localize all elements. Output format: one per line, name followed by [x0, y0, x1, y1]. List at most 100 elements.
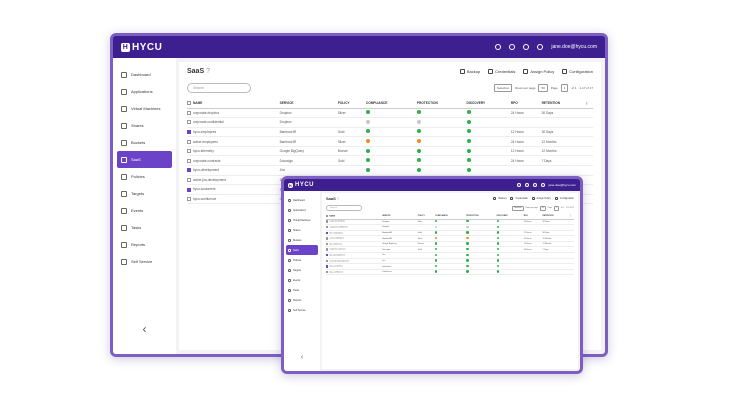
rows-per-page-select[interactable]: 50: [538, 84, 547, 92]
help-icon[interactable]: [509, 44, 515, 50]
select-all-checkbox[interactable]: [187, 101, 191, 105]
sidebar-item-saas[interactable]: SaaS: [117, 151, 172, 168]
sidebar-item-targets[interactable]: Targets: [113, 185, 176, 202]
compliance-status-icon: [435, 265, 437, 267]
sliders-icon: [562, 69, 567, 74]
sidebar-item-self-service[interactable]: Self Service: [284, 305, 320, 315]
sidebar-item-virtual-machines[interactable]: Virtual Machines: [113, 100, 176, 117]
row-checkbox[interactable]: [187, 197, 191, 201]
column-header[interactable]: POLICY: [338, 99, 366, 108]
row-spacer: [585, 194, 593, 204]
configuration-button[interactable]: Configuration: [562, 69, 593, 74]
column-header[interactable]: DISCOVERY: [467, 99, 511, 108]
help-circle-icon[interactable]: ?: [337, 196, 339, 201]
credentials-button[interactable]: Credentials: [510, 197, 527, 200]
settings-icon[interactable]: [523, 44, 529, 50]
collapse-sidebar-icon[interactable]: ‹: [284, 354, 320, 361]
backup-button[interactable]: Backup: [493, 197, 506, 200]
row-checkbox[interactable]: [187, 159, 191, 163]
help-icon[interactable]: [525, 183, 529, 187]
page-number-input[interactable]: 1: [554, 206, 559, 211]
sidebar-item-policies[interactable]: Policies: [113, 168, 176, 185]
row-checkbox[interactable]: [187, 188, 191, 192]
table-row[interactable]: hycu-confluenceConfluence: [326, 269, 574, 275]
sidebar-item-shares[interactable]: Shares: [284, 225, 320, 235]
sidebar-item-dashboard[interactable]: Dashboard: [284, 195, 320, 205]
table-row[interactable]: hycu-telemetryGoogle BigQueryBronze12 Ho…: [187, 146, 593, 156]
selection-dropdown[interactable]: Selection: [494, 84, 512, 92]
collapse-sidebar-icon[interactable]: ‹: [113, 322, 176, 336]
cart-icon[interactable]: [517, 183, 521, 187]
protection-status-icon: [417, 149, 421, 153]
saas-table: NAMESERVICEPOLICYCOMPLIANCEPROTECTIONDIS…: [326, 214, 574, 275]
sidebar-item-dashboard[interactable]: Dashboard: [113, 66, 176, 83]
search-input[interactable]: Search: [187, 83, 251, 93]
cart-icon[interactable]: [495, 44, 501, 50]
table-row[interactable]: corporate-dropboxDropboxSilver24 Hours30…: [187, 108, 593, 118]
sidebar-item-shares[interactable]: Shares: [113, 117, 176, 134]
protection-status-icon: [466, 237, 468, 239]
help-circle-icon[interactable]: ?: [206, 68, 210, 75]
row-checkbox[interactable]: [187, 111, 191, 115]
user-avatar-icon[interactable]: [541, 183, 545, 187]
column-header[interactable]: SERVICE: [280, 99, 338, 108]
sidebar-item-events[interactable]: Events: [113, 202, 176, 219]
row-checkbox[interactable]: [187, 168, 191, 172]
page-number-input[interactable]: 1: [561, 84, 569, 92]
user-email[interactable]: jane.doe@hycu.com: [551, 44, 597, 50]
sidebar-item-saas[interactable]: SaaS: [286, 245, 318, 255]
sidebar-item-applications[interactable]: Applications: [284, 205, 320, 215]
sidebar-item-self-service[interactable]: Self Service: [113, 253, 176, 270]
credentials-button[interactable]: Credentials: [488, 69, 515, 74]
rows-per-page-select[interactable]: 50: [540, 206, 546, 211]
row-checkbox[interactable]: [187, 140, 191, 144]
rpo-cell: [511, 118, 542, 128]
column-header[interactable]: COMPLIANCE: [366, 99, 417, 108]
row-checkbox[interactable]: [187, 149, 191, 153]
assign-policy-button[interactable]: Assign Policy: [523, 69, 554, 74]
table-row[interactable]: hycu-employeesBambooHRGold12 Hours30 Day…: [187, 127, 593, 137]
row-checkbox[interactable]: [187, 178, 191, 182]
rpo-cell: [511, 166, 542, 176]
sidebar-item-applications[interactable]: Applications: [113, 83, 176, 100]
service-cell: Google BigQuery: [280, 146, 338, 156]
table-row[interactable]: corporate-confidentialDropbox: [187, 118, 593, 128]
row-checkbox[interactable]: [187, 120, 191, 124]
sidebar-item-targets[interactable]: Targets: [284, 265, 320, 275]
column-header[interactable]: RPO: [511, 99, 542, 108]
assign-policy-button[interactable]: Assign Policy: [532, 197, 551, 200]
row-checkbox[interactable]: [187, 130, 191, 134]
search-input[interactable]: Search: [326, 205, 362, 211]
sidebar-item-reports[interactable]: Reports: [284, 295, 320, 305]
table-row[interactable]: hycu-developmentJira: [187, 166, 593, 176]
column-header-label: SERVICE: [382, 215, 390, 217]
selection-dropdown[interactable]: Selection: [512, 206, 523, 211]
user-avatar-icon[interactable]: [537, 44, 543, 50]
policy-cell: [418, 269, 435, 275]
column-header[interactable]: RETENTION: [542, 99, 586, 108]
column-header[interactable]: NAME: [187, 99, 280, 108]
table-row[interactable]: corporate-contractsDocusignGold24 Hours7…: [187, 156, 593, 166]
sidebar-item-events[interactable]: Events: [284, 275, 320, 285]
nav-icon: [121, 106, 127, 112]
sidebar-item-buckets[interactable]: Buckets: [113, 134, 176, 151]
name-cell: corporate-contracts: [187, 156, 280, 166]
sidebar-item-tasks[interactable]: Tasks: [284, 285, 320, 295]
service-cell: Jira: [280, 166, 338, 176]
user-email[interactable]: jane.doe@hycu.com: [549, 183, 576, 187]
column-header[interactable]: PROTECTION: [417, 99, 467, 108]
column-menu-icon[interactable]: ⋮: [585, 99, 593, 108]
settings-icon[interactable]: [533, 183, 537, 187]
sidebar-item-policies[interactable]: Policies: [284, 255, 320, 265]
discovery-cell: [467, 137, 511, 147]
sidebar-item-tasks[interactable]: Tasks: [113, 219, 176, 236]
table-toolbar: Search Selection Rows per page 50 Page 1…: [326, 205, 574, 211]
sidebar-item-buckets[interactable]: Buckets: [284, 235, 320, 245]
table-row[interactable]: active-employeesBambooHRSilver24 Hours12…: [187, 137, 593, 147]
sidebar-item-virtual-machines[interactable]: Virtual Machines: [284, 215, 320, 225]
backup-button[interactable]: Backup: [460, 69, 480, 74]
configuration-button[interactable]: Configuration: [555, 197, 574, 200]
rows-per-page-label: Rows per page: [526, 207, 538, 209]
sidebar-item-reports[interactable]: Reports: [113, 236, 176, 253]
row-name: active-jira-development: [329, 260, 349, 262]
